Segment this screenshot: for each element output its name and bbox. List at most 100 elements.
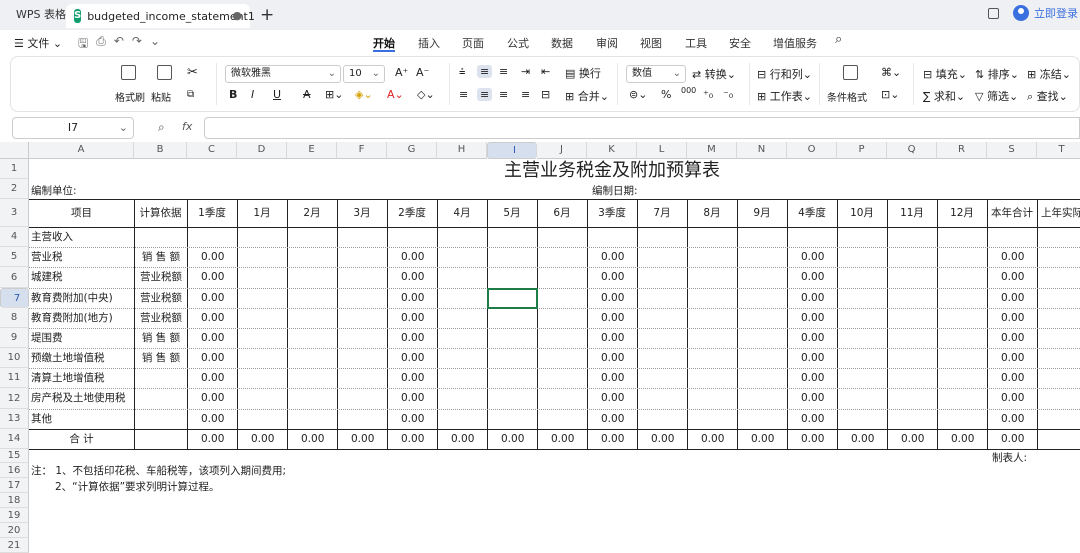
cut-icon[interactable]: ✂ xyxy=(187,65,198,80)
value-cell[interactable]: 0.00 xyxy=(801,288,824,308)
value-cell[interactable]: 0.00 xyxy=(801,388,824,408)
shrink-font-icon[interactable]: A⁻ xyxy=(416,66,429,79)
value-cell[interactable]: 0.00 xyxy=(401,328,424,348)
value-cell[interactable]: 0.00 xyxy=(1001,267,1024,287)
search-icon[interactable]: ⌕ xyxy=(835,32,842,47)
value-cell[interactable]: 0.00 xyxy=(201,308,224,328)
total-value[interactable]: 0.00 xyxy=(201,429,224,449)
row-header-5[interactable]: 5 xyxy=(0,247,29,267)
style-icon[interactable]: ⌘⌄ xyxy=(881,66,901,79)
italic-button[interactable]: I xyxy=(251,88,254,101)
total-value[interactable]: 0.00 xyxy=(251,429,274,449)
value-cell[interactable]: 0.00 xyxy=(401,288,424,308)
table-header-cell[interactable]: 10月 xyxy=(837,203,887,223)
value-cell[interactable]: 0.00 xyxy=(1001,388,1024,408)
item-basis[interactable]: 营业税额 xyxy=(136,267,186,287)
value-cell[interactable]: 0.00 xyxy=(801,409,824,429)
tab-page[interactable]: 页面 xyxy=(462,35,484,51)
item-name[interactable]: 预缴土地增值税 xyxy=(31,348,133,368)
row-col-button[interactable]: ⊟ 行和列⌄ xyxy=(757,66,812,82)
paste-icon[interactable] xyxy=(157,65,172,83)
item-basis[interactable]: 营业税额 xyxy=(136,308,186,328)
row-header-21[interactable]: 21 xyxy=(0,538,29,553)
column-header-h[interactable]: H xyxy=(437,142,487,159)
zoom-icon[interactable]: ⌕ xyxy=(158,120,165,135)
selected-cell-i7[interactable] xyxy=(487,288,538,309)
value-cell[interactable]: 0.00 xyxy=(201,288,224,308)
note-2[interactable]: 2、“计算依据”要求列明计算过程。 xyxy=(55,477,220,497)
redo-icon[interactable]: ↷ xyxy=(132,34,142,55)
value-cell[interactable]: 0.00 xyxy=(201,388,224,408)
value-cell[interactable]: 0.00 xyxy=(601,288,624,308)
table-header-cell[interactable]: 本年合计 xyxy=(987,203,1037,223)
total-value[interactable]: 0.00 xyxy=(951,429,974,449)
print-icon[interactable]: ⎙ xyxy=(96,34,106,55)
value-cell[interactable]: 0.00 xyxy=(801,328,824,348)
column-header-g[interactable]: G xyxy=(387,142,437,159)
tab-insert[interactable]: 插入 xyxy=(418,35,440,51)
align-middle-icon[interactable]: ≡ xyxy=(477,65,493,78)
tab-review[interactable]: 审阅 xyxy=(596,35,618,51)
item-basis[interactable]: 销 售 额 xyxy=(136,328,186,348)
row-header-11[interactable]: 11 xyxy=(0,368,29,388)
item-name[interactable]: 城建税 xyxy=(31,267,133,287)
table-header-cell[interactable]: 2季度 xyxy=(387,203,437,223)
unsaved-dot-icon[interactable]: ● xyxy=(232,9,242,22)
total-value[interactable]: 0.00 xyxy=(351,429,374,449)
row-header-17[interactable]: 17 xyxy=(0,478,29,493)
paste-button[interactable]: 粘贴 xyxy=(151,89,171,104)
value-cell[interactable]: 0.00 xyxy=(1001,368,1024,388)
grow-font-icon[interactable]: A⁺ xyxy=(395,66,408,79)
merge-button[interactable]: ⊞ 合并⌄ xyxy=(565,88,609,104)
total-value[interactable]: 0.00 xyxy=(601,429,624,449)
total-value[interactable]: 0.00 xyxy=(851,429,874,449)
clear-icon[interactable]: ◇⌄ xyxy=(417,88,435,101)
tab-home[interactable]: 开始 xyxy=(373,35,395,51)
table-style-icon[interactable]: ⊡⌄ xyxy=(881,88,899,101)
value-cell[interactable]: 0.00 xyxy=(201,409,224,429)
total-value[interactable]: 0.00 xyxy=(901,429,924,449)
total-value[interactable]: 0.00 xyxy=(651,429,674,449)
column-header-c[interactable]: C xyxy=(187,142,237,159)
item-name[interactable]: 教育费附加(中央) xyxy=(31,288,133,308)
table-header-cell[interactable]: 8月 xyxy=(687,203,737,223)
value-cell[interactable]: 0.00 xyxy=(1001,409,1024,429)
value-cell[interactable]: 0.00 xyxy=(401,368,424,388)
row-header-13[interactable]: 13 xyxy=(0,409,29,429)
table-header-cell[interactable]: 计算依据 xyxy=(134,203,187,223)
column-header-a[interactable]: A xyxy=(29,142,134,159)
table-header-cell[interactable]: 3季度 xyxy=(587,203,637,223)
total-value[interactable]: 0.00 xyxy=(751,429,774,449)
format-painter-button[interactable]: 格式刷 xyxy=(115,89,145,104)
align-right-icon[interactable]: ≡ xyxy=(499,88,508,101)
table-header-cell[interactable]: 5月 xyxy=(487,203,537,223)
increase-decimal-icon[interactable]: ⁺₀ xyxy=(703,88,713,101)
total-value[interactable]: 0.00 xyxy=(1001,429,1024,449)
thousands-button[interactable]: 000 xyxy=(681,86,696,95)
font-color-icon[interactable]: A⌄ xyxy=(387,88,404,101)
undo-icon[interactable]: ↶ xyxy=(114,34,124,55)
value-cell[interactable]: 0.00 xyxy=(201,328,224,348)
column-header-o[interactable]: O xyxy=(787,142,837,159)
value-cell[interactable]: 0.00 xyxy=(201,348,224,368)
value-cell[interactable]: 0.00 xyxy=(1001,348,1024,368)
name-box[interactable]: I7 ⌄ xyxy=(12,117,134,139)
login-link[interactable]: 立即登录 xyxy=(1034,5,1078,21)
value-cell[interactable]: 0.00 xyxy=(401,247,424,267)
item-name[interactable]: 主营收入 xyxy=(31,227,133,247)
column-header-j[interactable]: J xyxy=(537,142,587,159)
value-cell[interactable]: 0.00 xyxy=(1001,308,1024,328)
tab-formula[interactable]: 公式 xyxy=(507,35,529,51)
row-header-2[interactable]: 2 xyxy=(0,179,29,199)
column-header-e[interactable]: E xyxy=(287,142,337,159)
worksheet-button[interactable]: ⊞ 工作表⌄ xyxy=(757,88,812,104)
column-header-b[interactable]: B xyxy=(134,142,187,159)
font-size-select[interactable]: 10 ⌄ xyxy=(343,65,385,83)
column-header-k[interactable]: K xyxy=(587,142,637,159)
column-header-i[interactable]: I xyxy=(487,142,537,159)
table-header-cell[interactable]: 项目 xyxy=(29,203,134,223)
column-header-q[interactable]: Q xyxy=(887,142,937,159)
row-header-3[interactable]: 3 xyxy=(0,199,29,227)
row-header-9[interactable]: 9 xyxy=(0,328,29,348)
align-center-icon[interactable]: ≡ xyxy=(477,88,493,101)
